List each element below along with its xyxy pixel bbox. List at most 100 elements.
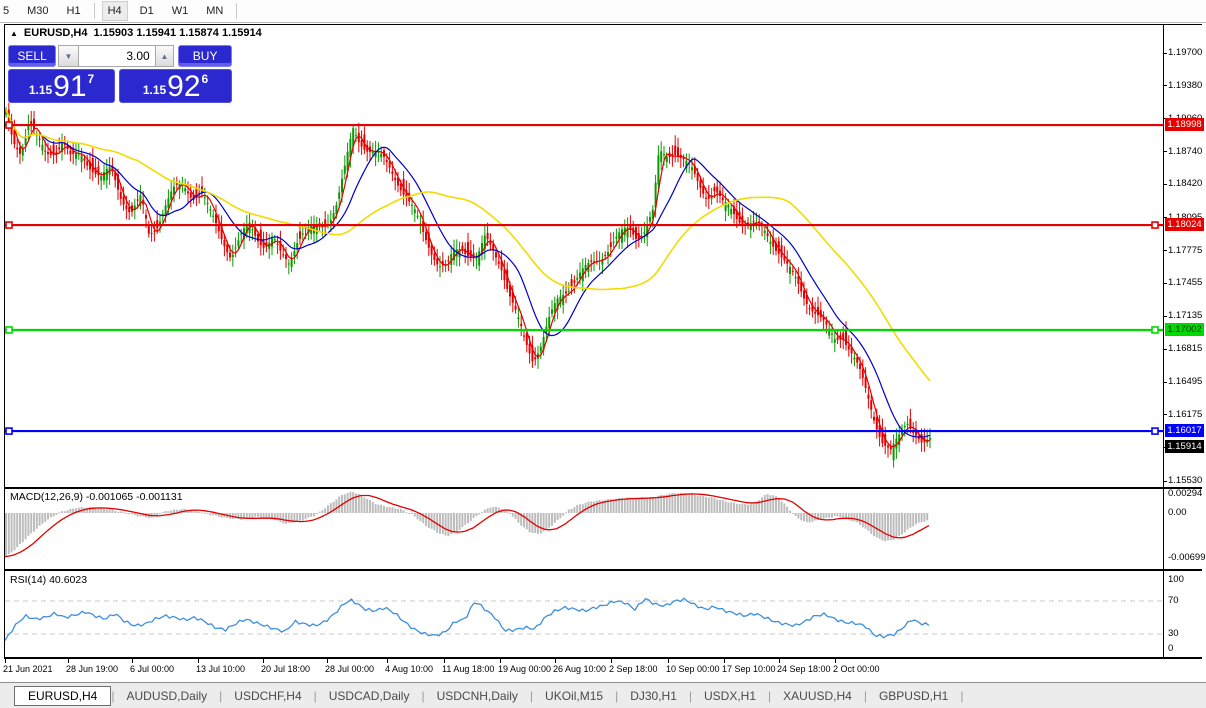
- chart-tab-usdcnh[interactable]: USDCNH,Daily: [425, 689, 530, 703]
- price-tick-mark: [1163, 85, 1167, 87]
- rsi-panel-canvas[interactable]: [4, 571, 1163, 657]
- rsi-axis-label: 0: [1168, 643, 1174, 654]
- price-tick-mark: [1163, 480, 1167, 482]
- timeframe-button-w1[interactable]: W1: [166, 1, 195, 21]
- price-tick-label: 1.16495: [1168, 376, 1203, 387]
- chart-tab-usdchf[interactable]: USDCHF,H4: [222, 689, 313, 703]
- timeframe-button-h1[interactable]: H1: [61, 1, 87, 21]
- time-tick-label: 24 Sep 18:00: [777, 664, 831, 674]
- macd-indicator-label: MACD(12,26,9) -0.001065 -0.001131: [10, 491, 183, 503]
- hline-price-label[interactable]: 1.18024: [1165, 218, 1204, 232]
- time-tick-mark: [835, 659, 836, 663]
- time-tick-mark: [263, 659, 264, 663]
- current-price-label: 1.15914: [1165, 439, 1204, 453]
- time-tick-mark: [668, 659, 669, 663]
- time-tick-label: 20 Jul 18:00: [261, 664, 311, 674]
- time-tick-label: 4 Aug 10:00: [385, 664, 434, 674]
- time-tick-label: 11 Aug 18:00: [442, 664, 495, 674]
- price-tick-mark: [1163, 250, 1167, 252]
- one-click-trade-panel: SELL ▼ ▲ BUY 1.15 91 7 1.15 92 6: [8, 45, 232, 103]
- timeframe-button-d1[interactable]: D1: [134, 1, 160, 21]
- time-tick-mark: [724, 659, 725, 663]
- sell-price-prefix: 1.15: [28, 83, 53, 97]
- timeframe-button-mn[interactable]: MN: [200, 1, 229, 21]
- timeframe-button-m30[interactable]: M30: [21, 1, 54, 21]
- buy-price-big-digits: 92: [167, 70, 201, 103]
- chart-left-border: [4, 24, 5, 659]
- time-tick-mark: [327, 659, 328, 663]
- time-tick-mark: [444, 659, 445, 663]
- time-tick-mark: [500, 659, 501, 663]
- sell-price-pip-digit: 7: [87, 72, 95, 86]
- price-tick-label: 1.17775: [1168, 244, 1203, 256]
- chart-tab-eurusd[interactable]: EURUSD,H4: [14, 686, 112, 706]
- macd-axis-label: 0.00294: [1168, 488, 1203, 500]
- time-tick-label: 10 Sep 00:00: [666, 664, 720, 674]
- price-tick-label: 1.16815: [1168, 343, 1203, 355]
- chart-window: ▲ EURUSD,H4 1.15903 1.15941 1.15874 1.15…: [0, 23, 1206, 682]
- timeframe-toolbar: 5 M30 H1 H4 D1 W1 MN: [0, 0, 1206, 23]
- price-tick-mark: [1163, 183, 1167, 185]
- buy-price-pip-digit: 6: [201, 72, 209, 86]
- chart-tab-usdx[interactable]: USDX,H1: [692, 689, 768, 703]
- volume-decrease-button[interactable]: ▼: [58, 45, 79, 67]
- chart-tab-xauusd[interactable]: XAUUSD,H4: [771, 689, 864, 703]
- timeframe-button-5[interactable]: 5: [0, 1, 15, 21]
- tab-separator: |: [960, 689, 964, 703]
- time-tick-label: 17 Sep 10:00: [722, 664, 776, 674]
- time-tick-mark: [387, 659, 388, 663]
- price-tick-mark: [1163, 348, 1167, 350]
- macd-axis-label: 0.00: [1168, 507, 1187, 518]
- buy-button[interactable]: BUY: [178, 45, 232, 67]
- chart-top-border: [4, 24, 1202, 25]
- symbol-period-label: EURUSD,H4: [23, 27, 88, 39]
- sell-price-big-digits: 91: [53, 70, 87, 103]
- chart-tab-gbpusd[interactable]: GBPUSD,H1: [867, 689, 960, 703]
- price-tick-mark: [1163, 381, 1167, 383]
- price-tick-label: 1.18740: [1168, 145, 1203, 157]
- time-tick-label: 2 Oct 00:00: [833, 664, 880, 674]
- time-tick-mark: [611, 659, 612, 663]
- sell-price-display[interactable]: 1.15 91 7: [8, 69, 116, 103]
- time-tick-label: 6 Jul 00:00: [130, 664, 175, 674]
- macd-rsi-separator: [4, 569, 1202, 571]
- price-tick-mark: [1163, 52, 1167, 54]
- chart-title: ▲ EURUSD,H4 1.15903 1.15941 1.15874 1.15…: [10, 27, 262, 39]
- rsi-indicator-label: RSI(14) 40.6023: [10, 574, 88, 586]
- chart-tab-usdcad[interactable]: USDCAD,Daily: [317, 689, 422, 703]
- price-tick-label: 1.18420: [1168, 178, 1203, 190]
- price-tick-mark: [1163, 315, 1167, 317]
- chart-tab-ukoil[interactable]: UKOil,M15: [533, 689, 615, 703]
- time-tick-label: 2 Sep 18:00: [609, 664, 658, 674]
- volume-increase-button[interactable]: ▲: [154, 45, 175, 67]
- chart-tab-audusd[interactable]: AUDUSD,Daily: [114, 689, 219, 703]
- main-macd-separator: [4, 487, 1202, 489]
- hline-price-label[interactable]: 1.16017: [1165, 424, 1204, 438]
- mt-terminal: 5 M30 H1 H4 D1 W1 MN ▲ EURUSD,H4 1.15903 1.159…: [0, 0, 1206, 708]
- collapse-panel-icon[interactable]: ▲: [10, 29, 18, 38]
- price-tick-label: 1.16175: [1168, 408, 1203, 420]
- time-tick-label: 19 Aug 00:00: [498, 664, 552, 674]
- rsi-axis-label: 30: [1168, 628, 1179, 639]
- time-tick-label: 21 Jun 2021: [3, 664, 53, 674]
- price-tick-label: 1.19700: [1168, 47, 1203, 58]
- price-tick-label: 1.17455: [1168, 277, 1203, 289]
- price-axis-line: [1163, 24, 1164, 659]
- chart-tab-bar: EURUSD,H4 | AUDUSD,Daily | USDCHF,H4 | USDCAD,…: [0, 682, 1206, 708]
- hline-price-label[interactable]: 1.17002: [1165, 322, 1204, 336]
- buy-price-display[interactable]: 1.15 92 6: [119, 69, 232, 103]
- macd-axis-label: -0.00699: [1168, 552, 1206, 564]
- price-tick-mark: [1163, 414, 1167, 416]
- time-tick-label: 13 Jul 10:00: [196, 664, 246, 674]
- toolbar-separator: [236, 3, 238, 19]
- buy-price-prefix: 1.15: [142, 83, 167, 97]
- hline-price-label[interactable]: 1.18998: [1165, 118, 1204, 132]
- chart-tab-dj30[interactable]: DJ30,H1: [618, 689, 689, 703]
- rsi-axis-label: 100: [1168, 574, 1184, 585]
- volume-input[interactable]: [78, 45, 155, 67]
- rsi-bottom-border: [4, 657, 1202, 659]
- sell-button[interactable]: SELL: [8, 45, 57, 67]
- time-tick-mark: [779, 659, 780, 663]
- timeframe-button-h4[interactable]: H4: [101, 1, 128, 21]
- ohlc-values: 1.15903 1.15941 1.15874 1.15914: [93, 27, 262, 39]
